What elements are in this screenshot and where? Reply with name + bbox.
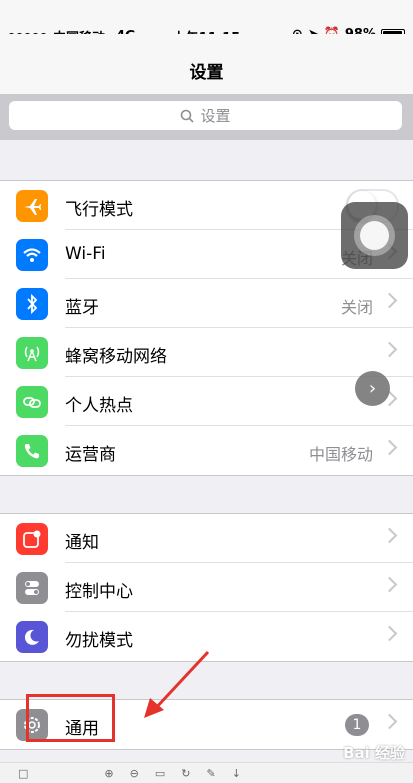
settings-row-value: 关闭: [340, 298, 373, 317]
airplane-icon: [16, 190, 48, 222]
arrow-annotation: [144, 650, 210, 718]
wifi-icon: [16, 239, 48, 271]
settings-group-notifications: 通知 控制中心 勿扰模式: [0, 513, 413, 662]
search-placeholder: 设置: [200, 107, 231, 125]
square-icon[interactable]: □: [18, 767, 28, 780]
notifications-icon: [16, 523, 48, 555]
chevron-right-icon: [381, 439, 398, 456]
search-icon: [181, 109, 195, 123]
pen-icon[interactable]: ✎: [206, 767, 215, 780]
settings-row-label: Wi-Fi: [65, 244, 106, 264]
chevron-right-icon: [381, 713, 398, 730]
navigation-bar: 设置: [0, 34, 413, 94]
phone-icon: [16, 435, 48, 467]
bluetooth-icon: [16, 288, 48, 320]
moon-icon: [16, 621, 48, 653]
zoom-out-icon[interactable]: ⊖: [130, 767, 139, 780]
download-icon[interactable]: ↓: [232, 767, 241, 780]
settings-row-control-center[interactable]: 控制中心: [0, 563, 413, 612]
search-container: 设置: [0, 94, 413, 140]
settings-row-notifications[interactable]: 通知: [0, 514, 413, 563]
search-input[interactable]: 设置: [9, 101, 402, 130]
rotate-icon[interactable]: ↻: [181, 767, 190, 780]
settings-row-label: 控制中心: [65, 582, 133, 602]
scroll-next-button[interactable]: ›: [355, 371, 390, 406]
settings-row-cellular[interactable]: 蜂窝移动网络: [0, 328, 413, 377]
chevron-right-icon: [381, 341, 398, 358]
chevron-right-icon: [381, 527, 398, 544]
hotspot-icon: [16, 386, 48, 418]
settings-row-label: 个人热点: [65, 396, 133, 416]
assistive-touch-button[interactable]: [341, 202, 408, 269]
status-bar: 中国移动 4G 上午11:15 ⊙ ➤ ⏰ 98%: [0, 0, 413, 46]
settings-row-bluetooth[interactable]: 蓝牙 关闭: [0, 279, 413, 328]
settings-row-label: 飞行模式: [65, 200, 133, 220]
control-center-icon: [16, 572, 48, 604]
settings-row-value: 中国移动: [308, 445, 373, 464]
zoom-in-icon[interactable]: ⊕: [104, 767, 113, 780]
watermark: Bai 经验: [343, 744, 405, 762]
highlight-annotation: [26, 694, 115, 742]
chevron-right-icon: [381, 292, 398, 309]
settings-row-label: 勿扰模式: [65, 631, 133, 651]
settings-row-hotspot[interactable]: 个人热点: [0, 377, 413, 426]
viewer-toolbar: □ ⊕ ⊖ ▭ ↻ ✎ ↓: [0, 762, 413, 783]
page-title: 设置: [189, 63, 224, 83]
settings-row-carrier[interactable]: 运营商 中国移动: [0, 426, 413, 475]
update-badge: 1: [345, 714, 369, 736]
settings-row-label: 通知: [65, 533, 99, 553]
cellular-icon: [16, 337, 48, 369]
settings-row-label: 蓝牙: [65, 298, 99, 318]
page-icon[interactable]: ▭: [155, 767, 165, 780]
settings-row-label: 运营商: [65, 445, 116, 465]
chevron-right-icon: [381, 576, 398, 593]
settings-row-label: 蜂窝移动网络: [65, 347, 167, 367]
chevron-right-icon: [381, 625, 398, 642]
